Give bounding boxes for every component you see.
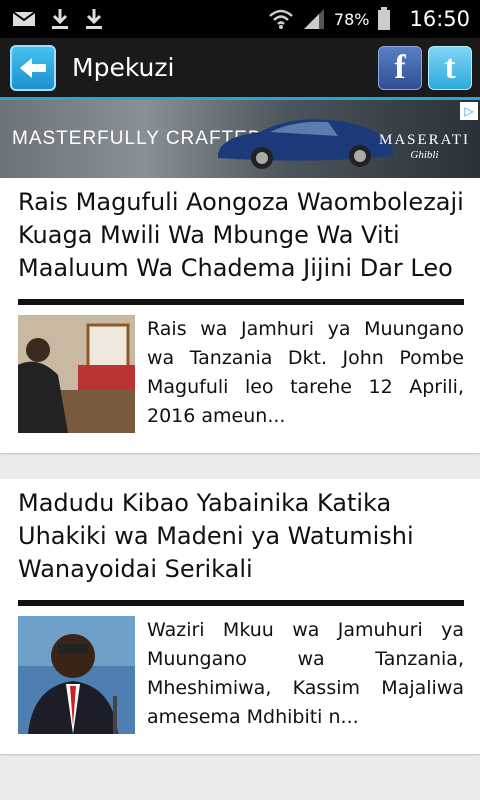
- signal-icon: [303, 9, 324, 29]
- ad-choices-icon[interactable]: ▷: [460, 102, 478, 120]
- email-icon: [12, 11, 36, 26]
- arrow-left-icon: [20, 57, 46, 78]
- battery-percent: 78%: [333, 9, 370, 29]
- car-image: [218, 119, 394, 169]
- divider: [18, 600, 464, 606]
- twitter-icon: t: [444, 48, 456, 86]
- ad-model: Ghibli: [410, 149, 439, 161]
- article-thumbnail[interactable]: [18, 315, 135, 433]
- twitter-button[interactable]: t: [428, 45, 472, 90]
- app-bar: Mpekuzi f t: [0, 38, 480, 100]
- ad-banner[interactable]: MASTERFULLY CRAFTED MASERATI Ghibli ▷: [0, 100, 480, 178]
- status-bar: 78% 16:50: [0, 0, 480, 38]
- article-thumbnail[interactable]: [18, 616, 135, 734]
- download-icon: [52, 9, 68, 29]
- app-title: Mpekuzi: [72, 53, 175, 82]
- download-icon: [86, 9, 102, 29]
- article-card[interactable]: Madudu Kibao Yabainika Katika Uhakiki wa…: [0, 479, 480, 754]
- ad-brand-block: MASERATI Ghibli: [379, 132, 470, 161]
- wifi-icon: [269, 9, 293, 29]
- divider: [18, 299, 464, 305]
- article-title[interactable]: Madudu Kibao Yabainika Katika Uhakiki wa…: [18, 487, 464, 586]
- article-excerpt: Waziri Mkuu wa Jamuhuri ya Muungano wa T…: [147, 619, 464, 728]
- facebook-button[interactable]: f: [378, 45, 422, 90]
- article-card[interactable]: Rais Magufuli Aongoza Waombolezaji Kuaga…: [0, 178, 480, 453]
- article-title[interactable]: Rais Magufuli Aongoza Waombolezaji Kuaga…: [18, 186, 464, 285]
- battery-icon: [378, 7, 391, 30]
- ad-brand: MASERATI: [378, 132, 470, 148]
- clock: 16:50: [409, 7, 470, 31]
- article-excerpt: Rais wa Jamhuri ya Muungano wa Tanzania …: [147, 318, 464, 427]
- facebook-icon: f: [394, 48, 406, 86]
- back-button[interactable]: [10, 44, 56, 91]
